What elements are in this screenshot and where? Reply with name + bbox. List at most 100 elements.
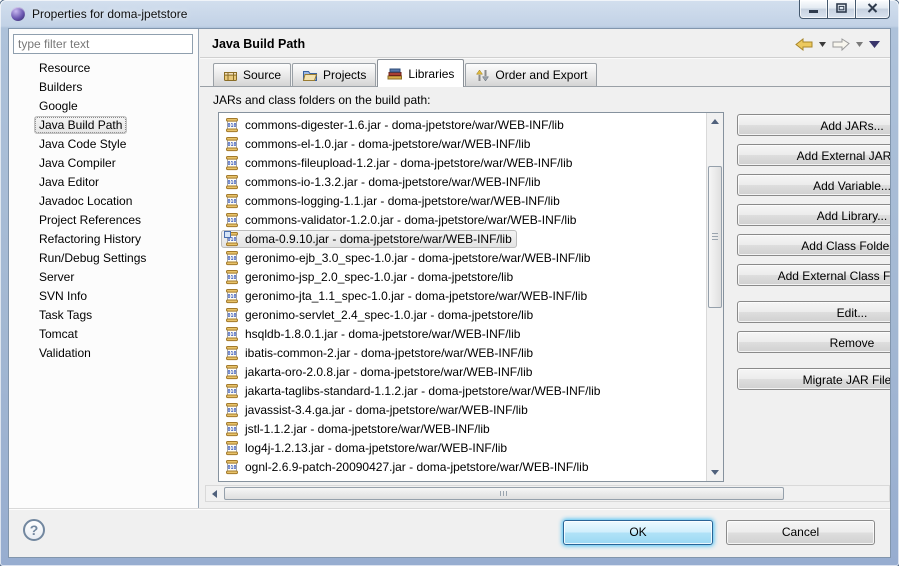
jar-list-item[interactable]: 010 geronimo-servlet_2.4_spec-1.0.jar - d…	[221, 305, 723, 324]
scroll-left-button[interactable]	[206, 486, 222, 501]
sidebar-item-task-tags[interactable]: Task Tags	[9, 305, 197, 324]
migrate-jar-file-button[interactable]: Migrate JAR File...	[737, 368, 891, 390]
jar-item-label: commons-fileupload-1.2.jar - doma-jpetst…	[245, 156, 572, 170]
sidebar-item-label: Java Build Path	[34, 116, 127, 134]
sidebar-item-run-debug-settings[interactable]: Run/Debug Settings	[9, 248, 197, 267]
sidebar-item-label: Validation	[34, 344, 96, 362]
jar-rows: 010commons-digester-1.6.jar - doma-jpets…	[221, 115, 723, 476]
edit-button[interactable]: Edit...	[737, 301, 891, 323]
jar-list-item[interactable]: 010commons-io-1.3.2.jar - doma-jpetstore…	[221, 172, 723, 191]
sidebar-item-label: Refactoring History	[34, 230, 146, 248]
cancel-button[interactable]: Cancel	[726, 520, 875, 545]
jar-item: 010jstl-1.1.2.jar - doma-jpetstore/war/W…	[221, 420, 495, 438]
jar-item: 010commons-digester-1.6.jar - doma-jpets…	[221, 116, 569, 134]
jar-list-item[interactable]: 010commons-digester-1.6.jar - doma-jpets…	[221, 115, 723, 134]
jar-item-label: javassist-3.4.ga.jar - doma-jpetstore/wa…	[245, 403, 528, 417]
vertical-scrollbar-thumb[interactable]	[708, 166, 722, 308]
add-variable-button[interactable]: Add Variable...	[737, 174, 891, 196]
jar-list-item[interactable]: 010javassist-3.4.ga.jar - doma-jpetstore…	[221, 400, 723, 419]
tab-projects[interactable]: Projects	[292, 63, 376, 86]
jar-list-item[interactable]: 010 commons-logging-1.1.jar - doma-jpetst…	[221, 191, 723, 210]
jar-icon: 010	[224, 212, 240, 228]
jar-item-label: jakarta-oro-2.0.8.jar - doma-jpetstore/w…	[245, 365, 532, 379]
sidebar-item-java-build-path[interactable]: Java Build Path	[9, 115, 197, 134]
add-class-folder-button[interactable]: Add Class Folder...	[737, 234, 891, 256]
add-external-jars-button[interactable]: Add External JARs...	[737, 144, 891, 166]
forward-dropdown-caret-icon[interactable]	[856, 42, 863, 47]
view-menu-icon[interactable]	[869, 41, 880, 48]
sidebar-item-javadoc-location[interactable]: Javadoc Location	[9, 191, 197, 210]
tab-label: Projects	[323, 68, 366, 82]
jar-list-item[interactable]: 010hsqldb-1.8.0.1.jar - doma-jpetstore/w…	[221, 324, 723, 343]
scroll-down-button[interactable]	[707, 464, 723, 481]
sidebar-item-refactoring-history[interactable]: Refactoring History	[9, 229, 197, 248]
jar-list-item[interactable]: 010commons-validator-1.2.0.jar - doma-jp…	[221, 210, 723, 229]
jar-list-item[interactable]: 010jakarta-oro-2.0.8.jar - doma-jpetstor…	[221, 362, 723, 381]
jar-item-label: ognl-2.6.9-patch-20090427.jar - doma-jpe…	[245, 460, 589, 474]
sidebar-item-builders[interactable]: Builders	[9, 77, 197, 96]
jar-list-item[interactable]: 010ibatis-common-2.jar - doma-jpetstore/…	[221, 343, 723, 362]
add-external-class-folder-button[interactable]: Add External Class Folder...	[737, 264, 891, 286]
tab-source[interactable]: Source	[213, 63, 291, 86]
jar-list[interactable]: 010commons-digester-1.6.jar - doma-jpets…	[218, 112, 724, 482]
jar-list-item[interactable]: 010commons-el-1.0.jar - doma-jpetstore/w…	[221, 134, 723, 153]
help-button[interactable]: ?	[23, 519, 45, 541]
remove-button[interactable]: Remove	[737, 331, 891, 353]
jar-list-item[interactable]: 010doma-0.9.10.jar - doma-jpetstore/war/…	[221, 229, 723, 248]
sidebar-item-tomcat[interactable]: Tomcat	[9, 324, 197, 343]
svg-text:010: 010	[227, 199, 236, 205]
svg-text:010: 010	[227, 218, 236, 224]
jar-list-item[interactable]: 010ognl-2.6.9-patch-20090427.jar - doma-…	[221, 457, 723, 476]
jar-item-label: commons-logging-1.1.jar - doma-jpetstore…	[245, 194, 560, 208]
sidebar-item-java-code-style[interactable]: Java Code Style	[9, 134, 197, 153]
jar-item: 010ibatis-common-2.jar - doma-jpetstore/…	[221, 344, 538, 362]
jar-item-label: geronimo-jta_1.1_spec-1.0.jar - doma-jpe…	[245, 289, 587, 303]
svg-text:010: 010	[227, 351, 236, 357]
jar-list-item[interactable]: 010geronimo-jsp_2.0_spec-1.0.jar - doma-…	[221, 267, 723, 286]
back-icon[interactable]	[795, 38, 813, 51]
sidebar-item-resource[interactable]: Resource	[9, 58, 197, 77]
maximize-button[interactable]	[827, 0, 856, 19]
history-navigation	[795, 38, 880, 51]
sidebar-item-label: Java Editor	[34, 173, 104, 191]
sidebar-item-label: SVN Info	[34, 287, 92, 305]
ok-button[interactable]: OK	[563, 520, 713, 545]
jar-list-item[interactable]: 010log4j-1.2.13.jar - doma-jpetstore/war…	[221, 438, 723, 457]
back-dropdown-caret-icon[interactable]	[819, 42, 826, 47]
tab-order-and-export[interactable]: Order and Export	[465, 63, 597, 86]
sidebar-item-java-editor[interactable]: Java Editor	[9, 172, 197, 191]
tab-libraries[interactable]: Libraries	[377, 59, 464, 87]
close-button[interactable]	[855, 0, 890, 19]
titlebar[interactable]: Properties for doma-jpetstore	[0, 0, 899, 28]
jar-list-item[interactable]: 010geronimo-ejb_3.0_spec-1.0.jar - doma-…	[221, 248, 723, 267]
jar-item: 010geronimo-jta_1.1_spec-1.0.jar - doma-…	[221, 287, 592, 305]
page-title: Java Build Path	[212, 37, 305, 51]
jar-icon: 010	[224, 155, 240, 171]
action-button-group: Migrate JAR File...	[737, 368, 891, 390]
horizontal-scrollbar[interactable]	[205, 485, 890, 502]
sidebar-item-project-references[interactable]: Project References	[9, 210, 197, 229]
scroll-up-button[interactable]	[707, 113, 723, 130]
jar-list-item[interactable]: 010jakarta-taglibs-standard-1.1.2.jar - …	[221, 381, 723, 400]
add-library-button[interactable]: Add Library...	[737, 204, 891, 226]
sidebar-item-server[interactable]: Server	[9, 267, 197, 286]
sidebar-item-validation[interactable]: Validation	[9, 343, 197, 362]
sidebar-item-label: Task Tags	[34, 306, 97, 324]
jar-list-item[interactable]: 010 commons-fileupload-1.2.jar - doma-jpe…	[221, 153, 723, 172]
jar-item-label: geronimo-servlet_2.4_spec-1.0.jar - doma…	[245, 308, 533, 322]
horizontal-scrollbar-thumb[interactable]	[224, 487, 784, 500]
add-jars-button[interactable]: Add JARs...	[737, 114, 891, 136]
sidebar-item-google[interactable]: Google	[9, 96, 197, 115]
scroll-up-icon	[711, 119, 719, 124]
properties-dialog-window: Properties for doma-jpetstore ResourceBu…	[0, 0, 899, 566]
filter-input[interactable]	[13, 34, 193, 54]
vertical-scrollbar[interactable]	[706, 113, 723, 481]
sidebar-item-svn-info[interactable]: SVN Info	[9, 286, 197, 305]
minimize-button[interactable]	[799, 0, 828, 19]
jar-list-item[interactable]: 010jstl-1.1.2.jar - doma-jpetstore/war/W…	[221, 419, 723, 438]
sidebar-item-java-compiler[interactable]: Java Compiler	[9, 153, 197, 172]
jar-item: 010ognl-2.6.9-patch-20090427.jar - doma-…	[221, 458, 594, 476]
svg-text:010: 010	[227, 313, 236, 319]
jar-list-item[interactable]: 010geronimo-jta_1.1_spec-1.0.jar - doma-…	[221, 286, 723, 305]
forward-icon[interactable]	[832, 38, 850, 51]
